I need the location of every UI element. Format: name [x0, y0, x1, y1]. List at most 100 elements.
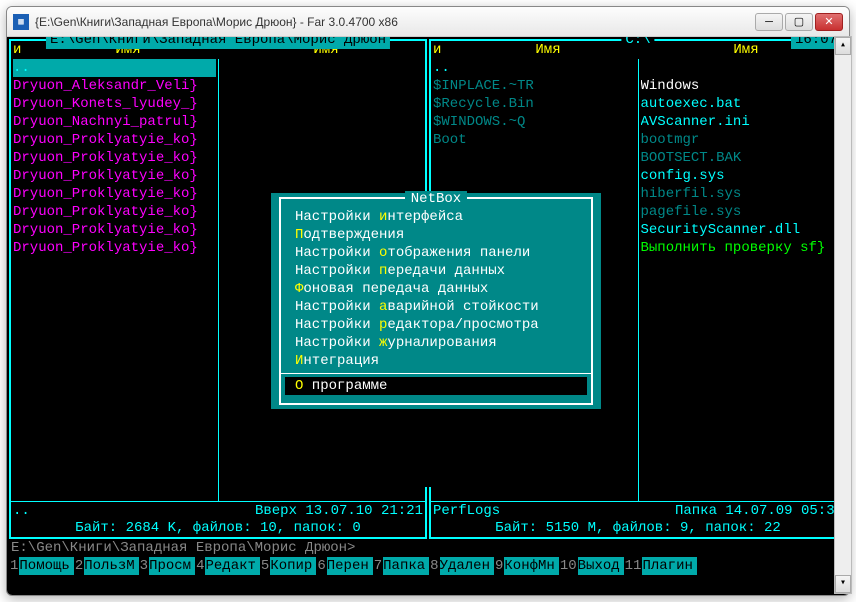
- keybar-num: 5: [260, 557, 270, 575]
- keybar-label: КонфМн: [504, 557, 558, 575]
- keybar-label: ПользМ: [84, 557, 138, 575]
- file-row[interactable]: Dryuon_Proklyatyie_ko}: [13, 167, 216, 185]
- file-column[interactable]: ..Dryuon_Aleksandr_Veli}Dryuon_Konets_ly…: [11, 59, 218, 501]
- status-left: PerfLogs: [433, 502, 500, 519]
- keybar-label: Перен: [327, 557, 373, 575]
- keybar-item[interactable]: 5Копир: [260, 557, 316, 575]
- file-row[interactable]: Dryuon_Proklyatyie_ko}: [13, 149, 216, 167]
- keybar-item[interactable]: 1Помощь: [9, 557, 74, 575]
- keybar-num: 1: [9, 557, 19, 575]
- keybar-num: 2: [74, 557, 84, 575]
- status-left: ..: [13, 502, 30, 519]
- file-row[interactable]: AVScanner.ini: [641, 113, 844, 131]
- console-area: E:\Gen\Книги\Западная Европа\Морис Дрюон…: [7, 37, 849, 595]
- menu-item[interactable]: Настройки журналирования: [281, 334, 591, 352]
- file-row[interactable]: ..: [13, 59, 216, 77]
- file-row[interactable]: $WINDOWS.~Q: [433, 113, 636, 131]
- file-row[interactable]: Boot: [433, 131, 636, 149]
- window-buttons: ─ ▢ ✕: [755, 13, 843, 31]
- file-row[interactable]: Dryuon_Proklyatyie_ko}: [13, 221, 216, 239]
- maximize-button[interactable]: ▢: [785, 13, 813, 31]
- menu-item[interactable]: Настройки редактора/просмотра: [281, 316, 591, 334]
- left-footer: Байт: 2684 K, файлов: 10, папок: 0: [11, 519, 425, 537]
- col-header-name: Имя: [449, 41, 647, 58]
- file-row[interactable]: Dryuon_Aleksandr_Veli}: [13, 77, 216, 95]
- status-right: Папка 14.07.09 05:37: [675, 502, 843, 519]
- dialog-title: NetBox: [281, 190, 591, 208]
- window-title: {E:\Gen\Книги\Западная Европа\Морис Дрюо…: [35, 15, 755, 29]
- keybar-item[interactable]: 4Редакт: [195, 557, 260, 575]
- file-row[interactable]: Выполнить проверку sf}: [641, 239, 844, 257]
- keybar-item[interactable]: 2ПользМ: [74, 557, 139, 575]
- keybar-item[interactable]: 10Выход: [559, 557, 624, 575]
- scroll-up-button[interactable]: ▴: [835, 37, 851, 55]
- file-column[interactable]: Windowsautoexec.batAVScanner.inibootmgrB…: [638, 59, 846, 501]
- keybar-label: Плагин: [642, 557, 696, 575]
- file-row[interactable]: Dryuon_Proklyatyie_ko}: [13, 239, 216, 257]
- file-row[interactable]: SecurityScanner.dll: [641, 221, 844, 239]
- file-row[interactable]: Dryuon_Proklyatyie_ko}: [13, 131, 216, 149]
- file-row[interactable]: $Recycle.Bin: [433, 95, 636, 113]
- keybar-num: 3: [139, 557, 149, 575]
- file-row[interactable]: BOOTSECT.BAK: [641, 149, 844, 167]
- menu-item[interactable]: Фоновая передача данных: [281, 280, 591, 298]
- menu-separator: [281, 373, 591, 374]
- right-panel-path[interactable]: C:\: [621, 37, 654, 49]
- left-status: .. Вверх 13.07.10 21:21: [11, 501, 425, 519]
- keybar-label: Выход: [578, 557, 624, 575]
- keybar-item[interactable]: 6Перен: [316, 557, 372, 575]
- left-panel-path[interactable]: E:\Gen\Книги\Западная Европа\Морис Дрюон: [46, 37, 390, 49]
- file-row[interactable]: autoexec.bat: [641, 95, 844, 113]
- col-header-n: и: [11, 41, 29, 58]
- keybar-item[interactable]: 8Удален: [429, 557, 494, 575]
- keybar-item[interactable]: 9КонфМн: [494, 557, 559, 575]
- titlebar[interactable]: ▦ {E:\Gen\Книги\Западная Европа\Морис Др…: [7, 7, 849, 37]
- minimize-button[interactable]: ─: [755, 13, 783, 31]
- menu-item[interactable]: Настройки аварийной стойкости: [281, 298, 591, 316]
- file-row[interactable]: bootmgr: [641, 131, 844, 149]
- keybar[interactable]: 1Помощь2ПользМ3Просм 4Редакт5Копир 6Пере…: [9, 557, 847, 575]
- command-line[interactable]: E:\Gen\Книги\Западная Европа\Морис Дрюон…: [9, 539, 847, 557]
- col-header-n: и: [431, 41, 449, 58]
- menu-item[interactable]: Подтверждения: [281, 226, 591, 244]
- keybar-label: Удален: [440, 557, 494, 575]
- keybar-label: Редакт: [205, 557, 259, 575]
- right-footer: Байт: 5150 M, файлов: 9, папок: 22: [431, 519, 845, 537]
- app-icon: ▦: [13, 14, 29, 30]
- keybar-item[interactable]: 3Просм: [139, 557, 195, 575]
- file-row[interactable]: [641, 59, 844, 77]
- file-row[interactable]: Dryuon_Proklyatyie_ko}: [13, 203, 216, 221]
- netbox-dialog[interactable]: NetBox Настройки интерфейсаПодтверждения…: [271, 193, 601, 409]
- file-row[interactable]: ..: [433, 59, 636, 77]
- close-button[interactable]: ✕: [815, 13, 843, 31]
- keybar-label: Помощь: [19, 557, 73, 575]
- app-window: ▦ {E:\Gen\Книги\Западная Европа\Морис Др…: [6, 6, 850, 596]
- keybar-item[interactable]: 7Папка: [373, 557, 429, 575]
- keybar-num: 11: [624, 557, 643, 575]
- keybar-label: Копир: [270, 557, 316, 575]
- keybar-num: 7: [373, 557, 383, 575]
- menu-item[interactable]: Интеграция: [281, 352, 591, 370]
- file-row[interactable]: Windows: [641, 77, 844, 95]
- file-row[interactable]: Dryuon_Nachnyi_patrul}: [13, 113, 216, 131]
- scroll-down-button[interactable]: ▾: [835, 575, 851, 593]
- keybar-num: 4: [195, 557, 205, 575]
- file-row[interactable]: hiberfil.sys: [641, 185, 844, 203]
- file-row[interactable]: Dryuon_Proklyatyie_ko}: [13, 185, 216, 203]
- file-row[interactable]: [433, 167, 636, 185]
- scrollbar[interactable]: ▴ ▾: [834, 36, 852, 594]
- menu-item[interactable]: Настройки передачи данных: [281, 262, 591, 280]
- keybar-num: 9: [494, 557, 504, 575]
- file-row[interactable]: Dryuon_Konets_lyudey_}: [13, 95, 216, 113]
- keybar-label: Папка: [383, 557, 429, 575]
- keybar-num: 6: [316, 557, 326, 575]
- menu-item-about[interactable]: О программе: [285, 377, 587, 395]
- file-row[interactable]: config.sys: [641, 167, 844, 185]
- menu-item[interactable]: Настройки отображения панели: [281, 244, 591, 262]
- menu-item[interactable]: Настройки интерфейса: [281, 208, 591, 226]
- file-row[interactable]: $INPLACE.~TR: [433, 77, 636, 95]
- keybar-item[interactable]: 11Плагин: [624, 557, 697, 575]
- file-row[interactable]: pagefile.sys: [641, 203, 844, 221]
- right-status: PerfLogs Папка 14.07.09 05:37: [431, 501, 845, 519]
- file-row[interactable]: [433, 149, 636, 167]
